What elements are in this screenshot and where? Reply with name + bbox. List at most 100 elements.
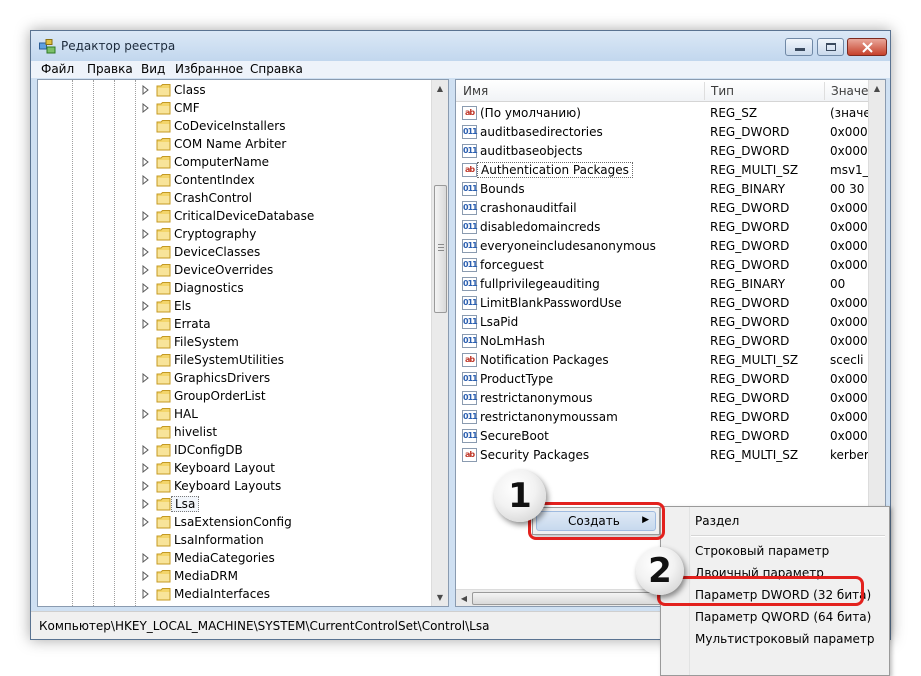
scroll-up-arrow-icon[interactable]: ▲: [432, 80, 448, 97]
expand-arrow-icon[interactable]: [142, 103, 150, 113]
value-row[interactable]: 011NoLmHashREG_DWORD0x0000000: [462, 332, 885, 351]
submenu-item-string-value[interactable]: Строковый параметр: [695, 544, 829, 558]
expand-arrow-icon[interactable]: [142, 463, 150, 473]
menu-help[interactable]: Справка: [250, 62, 303, 76]
tree-node[interactable]: CrashControl: [142, 189, 432, 207]
value-row[interactable]: ab Notification Packages REG_MULTI_SZ scecl…: [462, 351, 872, 370]
tree-node[interactable]: CMF: [142, 99, 432, 117]
menu-view[interactable]: Вид: [141, 62, 165, 76]
value-name: crashonauditfail: [480, 201, 577, 215]
value-name: Authentication Packages: [477, 162, 633, 178]
tree-node[interactable]: LsaInformation: [142, 531, 432, 549]
menu-favorites[interactable]: Избранное: [175, 62, 243, 76]
tree-node[interactable]: GroupOrderList: [142, 387, 432, 405]
value-row[interactable]: 011SecureBootREG_DWORD0x0000000: [462, 427, 885, 446]
expand-arrow-icon[interactable]: [142, 211, 150, 221]
expand-arrow-icon[interactable]: [142, 481, 150, 491]
value-row[interactable]: 011BoundsREG_BINARY00 30 00 0(: [462, 180, 885, 199]
tree-node[interactable]: HAL: [142, 405, 432, 423]
column-header-type[interactable]: Тип: [711, 84, 734, 98]
value-name: (По умолчанию): [480, 106, 581, 120]
tree-scroll-thumb[interactable]: [434, 185, 447, 313]
tree-node[interactable]: Els: [142, 297, 432, 315]
folder-icon: [156, 426, 171, 439]
tree-node-label: Keyboard Layout: [174, 461, 276, 475]
tree-node[interactable]: CoDeviceInstallers: [142, 117, 432, 135]
tree-node[interactable]: DeviceClasses: [142, 243, 432, 261]
scroll-left-arrow-icon[interactable]: ◀: [456, 590, 472, 606]
tree-node[interactable]: LsaExtensionConfig: [142, 513, 432, 531]
tree-node[interactable]: MediaCategories: [142, 549, 432, 567]
scroll-down-arrow-icon[interactable]: ▼: [432, 589, 448, 606]
tree-node[interactable]: Diagnostics: [142, 279, 432, 297]
value-row[interactable]: 011LsaPidREG_DWORD0x0000021: [462, 313, 885, 332]
expand-arrow-icon[interactable]: [142, 571, 150, 581]
folder-icon: [156, 282, 171, 295]
value-row[interactable]: 011auditbaseobjectsREG_DWORD0x0000000: [462, 142, 885, 161]
tree-node[interactable]: Cryptography: [142, 225, 432, 243]
expand-arrow-icon[interactable]: [142, 301, 150, 311]
expand-arrow-icon[interactable]: [142, 283, 150, 293]
value-row[interactable]: 011ProductTypeREG_DWORD0x0000000: [462, 370, 885, 389]
registry-tree-pane[interactable]: Class CMF CoDeviceInstallers COM Name Arbit…: [37, 79, 449, 607]
value-row[interactable]: 011LimitBlankPasswordUseREG_DWORD0x00000…: [462, 294, 885, 313]
expand-arrow-icon[interactable]: [142, 265, 150, 275]
value-row[interactable]: 011auditbasedirectoriesREG_DWORD0x000000…: [462, 123, 885, 142]
menu-edit[interactable]: Правка: [87, 62, 133, 76]
tree-node[interactable]: hivelist: [142, 423, 432, 441]
value-row[interactable]: 011restrictanonymousREG_DWORD0x0000000: [462, 389, 885, 408]
value-row[interactable]: 011 fullprivilegeauditing REG_BINARY 00: [462, 275, 872, 294]
tree-node[interactable]: FileSystem: [142, 333, 432, 351]
value-row[interactable]: 011crashonauditfailREG_DWORD0x0000000: [462, 199, 885, 218]
expand-arrow-icon[interactable]: [142, 157, 150, 167]
submenu-item-multistring-value[interactable]: Мультистроковый параметр: [695, 632, 875, 646]
value-row[interactable]: ab Security Packages REG_MULTI_SZ kerberos …: [462, 446, 885, 465]
tree-vertical-scrollbar[interactable]: ▲ ▼: [431, 80, 448, 606]
tree-node[interactable]: Lsa: [142, 495, 432, 513]
expand-arrow-icon[interactable]: [142, 229, 150, 239]
expand-arrow-icon[interactable]: [142, 517, 150, 527]
step-badge-1: 1: [494, 470, 546, 522]
tree-node[interactable]: Class: [142, 81, 432, 99]
value-row[interactable]: 011 everyoneincludesanonymous REG_DWORD 0x0…: [462, 237, 885, 256]
tree-node[interactable]: MediaDRM: [142, 567, 432, 585]
tree-node[interactable]: Keyboard Layouts: [142, 477, 432, 495]
tree-node[interactable]: ComputerName: [142, 153, 432, 171]
expand-arrow-icon[interactable]: [142, 175, 150, 185]
tree-node[interactable]: FileSystemUtilities: [142, 351, 432, 369]
scroll-up-arrow-icon[interactable]: ▲: [869, 80, 885, 97]
tree-node[interactable]: Errata: [142, 315, 432, 333]
tree-node[interactable]: COM Name Arbiter: [142, 135, 432, 153]
submenu-item-qword-value[interactable]: Параметр QWORD (64 бита): [695, 610, 871, 624]
folder-icon: [156, 192, 171, 205]
value-row[interactable]: ab Authentication Packages REG_MULTI_SZ msv…: [462, 161, 876, 180]
minimize-button[interactable]: [785, 38, 813, 56]
tree-node[interactable]: MediaInterfaces: [142, 585, 432, 603]
expand-arrow-icon[interactable]: [142, 373, 150, 383]
expand-arrow-icon[interactable]: [142, 499, 150, 509]
expand-arrow-icon[interactable]: [142, 319, 150, 329]
close-button[interactable]: [847, 38, 887, 56]
expand-arrow-icon[interactable]: [142, 85, 150, 95]
expand-arrow-icon[interactable]: [142, 553, 150, 563]
tree-node[interactable]: GraphicsDrivers: [142, 369, 432, 387]
tree-node[interactable]: CriticalDeviceDatabase: [142, 207, 432, 225]
expand-arrow-icon[interactable]: [142, 589, 150, 599]
column-header-name[interactable]: Имя: [463, 84, 488, 98]
folder-icon: [156, 246, 171, 259]
tree-node[interactable]: IDConfigDB: [142, 441, 432, 459]
expand-arrow-icon[interactable]: [142, 445, 150, 455]
expand-arrow-icon[interactable]: [142, 409, 150, 419]
expand-arrow-icon[interactable]: [142, 247, 150, 257]
tree-node[interactable]: DeviceOverrides: [142, 261, 432, 279]
value-row[interactable]: 011forceguestREG_DWORD0x0000000: [462, 256, 885, 275]
menu-file[interactable]: Файл: [41, 62, 74, 76]
submenu-item-key[interactable]: Раздел: [695, 514, 739, 528]
value-row[interactable]: 011restrictanonymoussamREG_DWORD0x000000…: [462, 408, 885, 427]
tree-node[interactable]: Keyboard Layout: [142, 459, 432, 477]
maximize-button[interactable]: [817, 38, 844, 56]
tree-node[interactable]: ContentIndex: [142, 171, 432, 189]
tree-node[interactable]: MediaProperties: [142, 603, 432, 606]
value-row[interactable]: 011disabledomaincredsREG_DWORD0x0000000: [462, 218, 885, 237]
value-row[interactable]: ab(По умолчанию)REG_SZ(значение: [462, 104, 885, 123]
